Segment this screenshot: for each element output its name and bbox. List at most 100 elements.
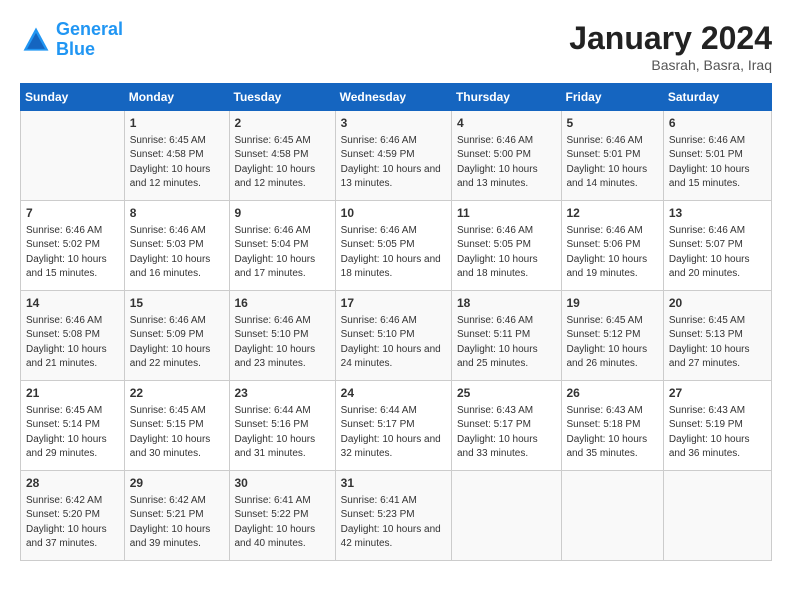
day-number: 6 xyxy=(669,115,766,132)
day-info: Sunrise: 6:46 AMSunset: 5:00 PMDaylight:… xyxy=(457,134,556,192)
day-info: Sunrise: 6:43 AMSunset: 5:17 PMDaylight:… xyxy=(457,404,556,462)
calendar-cell: 23Sunrise: 6:44 AMSunset: 5:16 PMDayligh… xyxy=(229,381,335,471)
day-number: 8 xyxy=(130,205,224,222)
logo: General Blue xyxy=(20,20,123,60)
calendar-cell: 16 Sunrise: 6:46 AMSunset: 5:10 PMDayligh… xyxy=(229,291,335,381)
calendar-cell: 17 Sunrise: 6:46 AMSunset: 5:10 PMDayligh… xyxy=(335,291,451,381)
calendar-cell: 21Sunrise: 6:45 AMSunset: 5:14 PMDayligh… xyxy=(21,381,125,471)
day-number: 21 xyxy=(26,385,119,402)
calendar-cell: 4 Sunrise: 6:46 AMSunset: 5:00 PMDaylight… xyxy=(451,111,561,201)
header-saturday: Saturday xyxy=(663,84,771,111)
logo-blue: Blue xyxy=(56,39,95,59)
day-info: Sunrise: 6:46 AMSunset: 5:03 PMDaylight:… xyxy=(130,224,224,282)
day-number: 13 xyxy=(669,205,766,222)
day-number: 22 xyxy=(130,385,224,402)
month-year-title: January 2024 xyxy=(569,20,772,57)
header-friday: Friday xyxy=(561,84,663,111)
day-number: 2 xyxy=(235,115,330,132)
day-info: Sunrise: 6:46 AMSunset: 5:01 PMDaylight:… xyxy=(669,134,766,192)
day-info: Sunrise: 6:46 AMSunset: 5:05 PMDaylight:… xyxy=(341,224,446,282)
calendar-cell: 8 Sunrise: 6:46 AMSunset: 5:03 PMDaylight… xyxy=(124,201,229,291)
day-number: 7 xyxy=(26,205,119,222)
calendar-cell: 7 Sunrise: 6:46 AMSunset: 5:02 PMDaylight… xyxy=(21,201,125,291)
day-info: Sunrise: 6:46 AMSunset: 5:06 PMDaylight:… xyxy=(567,224,658,282)
day-info: Sunrise: 6:45 AMSunset: 5:13 PMDaylight:… xyxy=(669,314,766,372)
calendar-cell: 13Sunrise: 6:46 AMSunset: 5:07 PMDayligh… xyxy=(663,201,771,291)
day-info: Sunrise: 6:46 AMSunset: 5:11 PMDaylight:… xyxy=(457,314,556,372)
calendar-cell: 20 Sunrise: 6:45 AMSunset: 5:13 PMDayligh… xyxy=(663,291,771,381)
calendar-week-row: 21Sunrise: 6:45 AMSunset: 5:14 PMDayligh… xyxy=(21,381,772,471)
day-info: Sunrise: 6:41 AMSunset: 5:22 PMDaylight:… xyxy=(235,494,330,552)
header-thursday: Thursday xyxy=(451,84,561,111)
day-number: 24 xyxy=(341,385,446,402)
calendar-cell: 9 Sunrise: 6:46 AMSunset: 5:04 PMDaylight… xyxy=(229,201,335,291)
day-info: Sunrise: 6:44 AMSunset: 5:17 PMDaylight:… xyxy=(341,404,446,462)
calendar-cell: 15 Sunrise: 6:46 AMSunset: 5:09 PMDayligh… xyxy=(124,291,229,381)
calendar-cell: 22 Sunrise: 6:45 AMSunset: 5:15 PMDayligh… xyxy=(124,381,229,471)
calendar-body: 1 Sunrise: 6:45 AMSunset: 4:58 PMDaylight… xyxy=(21,111,772,561)
calendar-cell: 27Sunrise: 6:43 AMSunset: 5:19 PMDayligh… xyxy=(663,381,771,471)
day-info: Sunrise: 6:41 AMSunset: 5:23 PMDaylight:… xyxy=(341,494,446,552)
day-number: 17 xyxy=(341,295,446,312)
day-number: 29 xyxy=(130,475,224,492)
day-number: 28 xyxy=(26,475,119,492)
day-number: 27 xyxy=(669,385,766,402)
day-info: Sunrise: 6:46 AMSunset: 5:10 PMDaylight:… xyxy=(341,314,446,372)
calendar-cell: 18Sunrise: 6:46 AMSunset: 5:11 PMDayligh… xyxy=(451,291,561,381)
calendar-header-row: SundayMondayTuesdayWednesdayThursdayFrid… xyxy=(21,84,772,111)
day-number: 3 xyxy=(341,115,446,132)
header-wednesday: Wednesday xyxy=(335,84,451,111)
day-info: Sunrise: 6:46 AMSunset: 5:08 PMDaylight:… xyxy=(26,314,119,372)
day-number: 16 xyxy=(235,295,330,312)
day-number: 15 xyxy=(130,295,224,312)
calendar-cell: 31 Sunrise: 6:41 AMSunset: 5:23 PMDayligh… xyxy=(335,471,451,561)
day-info: Sunrise: 6:45 AMSunset: 4:58 PMDaylight:… xyxy=(130,134,224,192)
day-number: 1 xyxy=(130,115,224,132)
day-info: Sunrise: 6:46 AMSunset: 5:10 PMDaylight:… xyxy=(235,314,330,372)
calendar-cell: 2 Sunrise: 6:45 AMSunset: 4:58 PMDaylight… xyxy=(229,111,335,201)
header-monday: Monday xyxy=(124,84,229,111)
day-info: Sunrise: 6:46 AMSunset: 5:02 PMDaylight:… xyxy=(26,224,119,282)
day-info: Sunrise: 6:45 AMSunset: 5:12 PMDaylight:… xyxy=(567,314,658,372)
day-number: 25 xyxy=(457,385,556,402)
calendar-week-row: 14Sunrise: 6:46 AMSunset: 5:08 PMDayligh… xyxy=(21,291,772,381)
day-info: Sunrise: 6:46 AMSunset: 5:09 PMDaylight:… xyxy=(130,314,224,372)
day-info: Sunrise: 6:46 AMSunset: 5:01 PMDaylight:… xyxy=(567,134,658,192)
calendar-cell: 28Sunrise: 6:42 AMSunset: 5:20 PMDayligh… xyxy=(21,471,125,561)
day-number: 9 xyxy=(235,205,330,222)
day-info: Sunrise: 6:44 AMSunset: 5:16 PMDaylight:… xyxy=(235,404,330,462)
day-info: Sunrise: 6:45 AMSunset: 5:15 PMDaylight:… xyxy=(130,404,224,462)
day-info: Sunrise: 6:46 AMSunset: 5:04 PMDaylight:… xyxy=(235,224,330,282)
day-info: Sunrise: 6:43 AMSunset: 5:18 PMDaylight:… xyxy=(567,404,658,462)
day-number: 20 xyxy=(669,295,766,312)
page-header: General Blue January 2024 Basrah, Basra,… xyxy=(20,20,772,73)
header-tuesday: Tuesday xyxy=(229,84,335,111)
day-info: Sunrise: 6:46 AMSunset: 5:05 PMDaylight:… xyxy=(457,224,556,282)
day-info: Sunrise: 6:46 AMSunset: 4:59 PMDaylight:… xyxy=(341,134,446,192)
title-block: January 2024 Basrah, Basra, Iraq xyxy=(569,20,772,73)
header-sunday: Sunday xyxy=(21,84,125,111)
calendar-cell: 29 Sunrise: 6:42 AMSunset: 5:21 PMDayligh… xyxy=(124,471,229,561)
calendar-cell xyxy=(451,471,561,561)
calendar-cell: 14Sunrise: 6:46 AMSunset: 5:08 PMDayligh… xyxy=(21,291,125,381)
calendar-cell: 5Sunrise: 6:46 AMSunset: 5:01 PMDaylight… xyxy=(561,111,663,201)
day-number: 19 xyxy=(567,295,658,312)
calendar-week-row: 7 Sunrise: 6:46 AMSunset: 5:02 PMDaylight… xyxy=(21,201,772,291)
calendar-cell: 30Sunrise: 6:41 AMSunset: 5:22 PMDayligh… xyxy=(229,471,335,561)
calendar-cell: 25 Sunrise: 6:43 AMSunset: 5:17 PMDayligh… xyxy=(451,381,561,471)
day-number: 11 xyxy=(457,205,556,222)
calendar-cell: 26 Sunrise: 6:43 AMSunset: 5:18 PMDayligh… xyxy=(561,381,663,471)
day-number: 4 xyxy=(457,115,556,132)
logo-general: General xyxy=(56,19,123,39)
day-number: 12 xyxy=(567,205,658,222)
day-info: Sunrise: 6:45 AMSunset: 4:58 PMDaylight:… xyxy=(235,134,330,192)
day-number: 26 xyxy=(567,385,658,402)
calendar-cell: 6 Sunrise: 6:46 AMSunset: 5:01 PMDaylight… xyxy=(663,111,771,201)
day-info: Sunrise: 6:42 AMSunset: 5:21 PMDaylight:… xyxy=(130,494,224,552)
calendar-cell: 24 Sunrise: 6:44 AMSunset: 5:17 PMDayligh… xyxy=(335,381,451,471)
logo-icon xyxy=(20,24,52,56)
calendar-cell xyxy=(663,471,771,561)
calendar-cell: 12 Sunrise: 6:46 AMSunset: 5:06 PMDayligh… xyxy=(561,201,663,291)
calendar-cell: 1 Sunrise: 6:45 AMSunset: 4:58 PMDaylight… xyxy=(124,111,229,201)
day-number: 31 xyxy=(341,475,446,492)
